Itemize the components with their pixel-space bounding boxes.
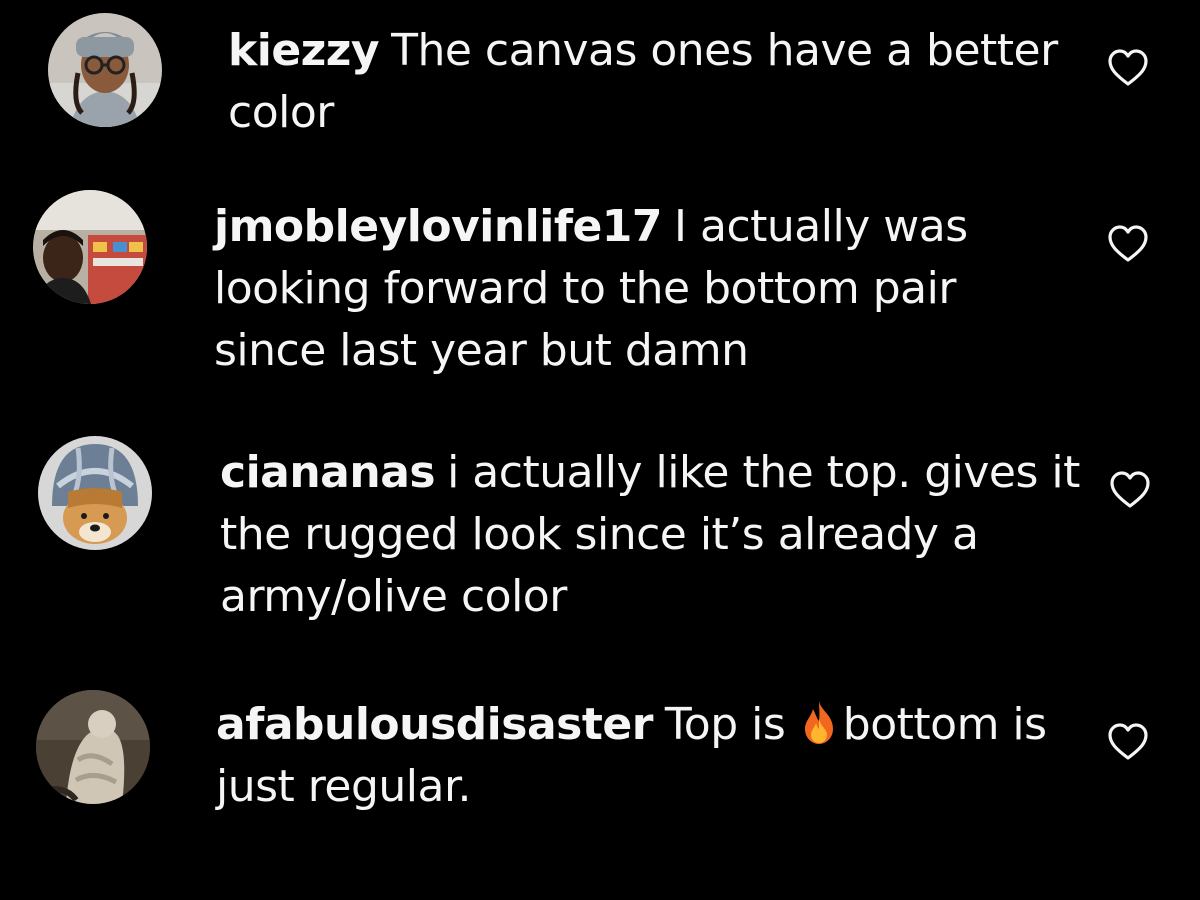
user-avatar-icon	[36, 690, 150, 804]
comment-text: ciananas i actually like the top. gives i…	[220, 442, 1080, 628]
heart-outline-icon	[1110, 471, 1150, 508]
avatar[interactable]	[33, 190, 147, 304]
heart-outline-icon	[1108, 225, 1148, 262]
heart-outline-icon	[1108, 49, 1148, 86]
fire-emoji-icon	[799, 699, 839, 745]
comment-username[interactable]: jmobleylovinlife17	[214, 201, 663, 252]
like-button[interactable]	[1106, 722, 1150, 762]
comment-text: jmobleylovinlife17 I actually was looking…	[214, 196, 1074, 382]
like-button[interactable]	[1106, 48, 1150, 88]
avatar[interactable]	[36, 690, 150, 804]
comment-username[interactable]: afabulousdisaster	[216, 699, 653, 750]
user-avatar-icon	[33, 190, 147, 304]
avatar[interactable]	[38, 436, 152, 550]
avatar[interactable]	[48, 13, 162, 127]
comment-text: kiezzy The canvas ones have a better colo…	[228, 20, 1088, 144]
like-button[interactable]	[1108, 470, 1152, 510]
heart-outline-icon	[1108, 723, 1148, 760]
user-avatar-icon	[48, 13, 162, 127]
comment-text: afabulousdisaster Top is bottom is just r…	[216, 694, 1076, 818]
comment-body-before: Top is	[664, 699, 786, 750]
comment-username[interactable]: kiezzy	[228, 25, 380, 76]
like-button[interactable]	[1106, 224, 1150, 264]
comment-username[interactable]: ciananas	[220, 447, 436, 498]
user-avatar-icon	[38, 436, 152, 550]
